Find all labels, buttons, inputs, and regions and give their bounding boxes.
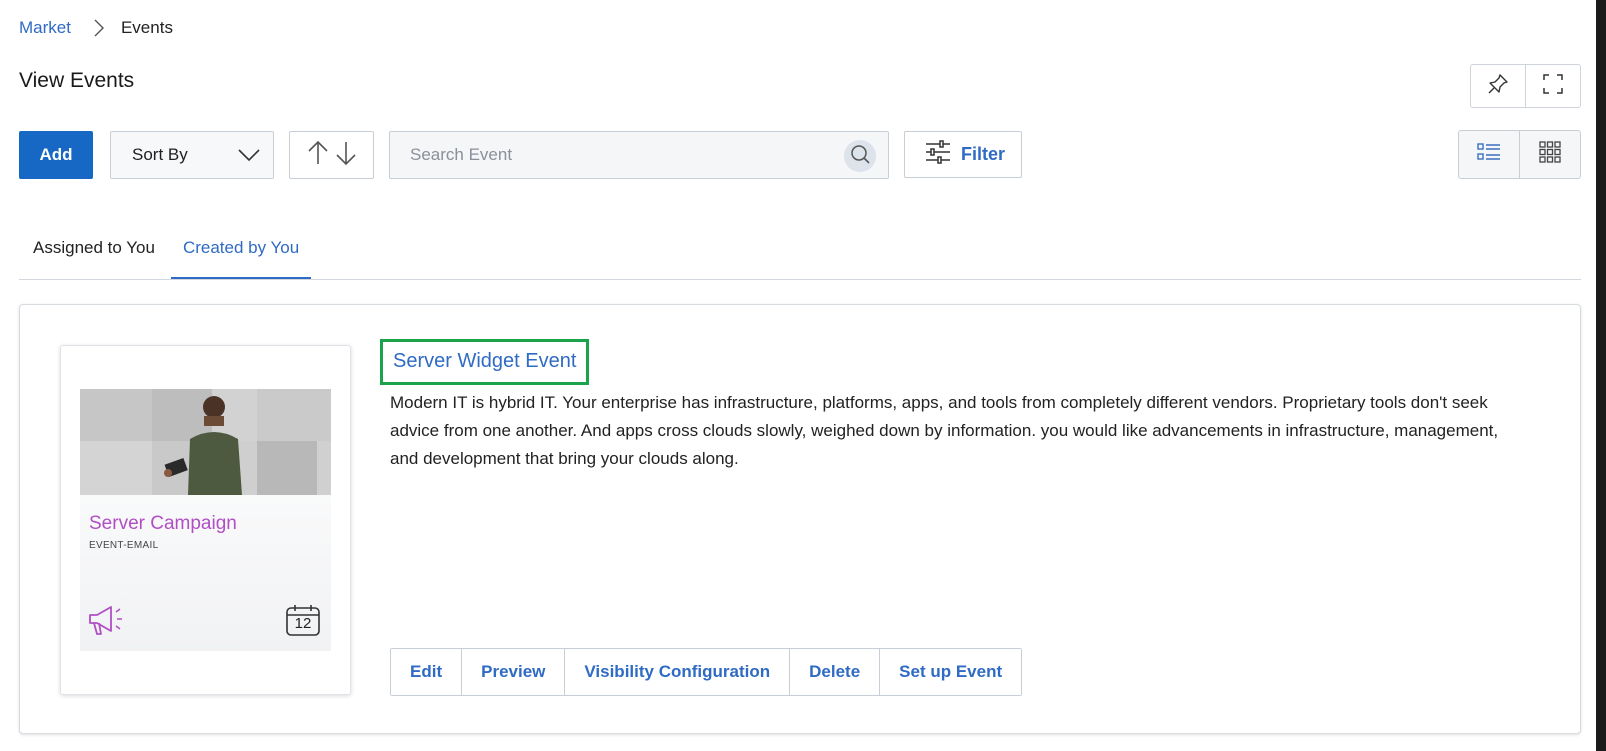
event-card: Server Campaign EVENT-EMAIL 12 Server Wi… (19, 304, 1581, 734)
event-title-link[interactable]: Server Widget Event (380, 339, 590, 385)
breadcrumb-current: Events (120, 18, 173, 37)
megaphone-icon (88, 604, 128, 641)
tab-assigned-to-you[interactable]: Assigned to You (19, 230, 169, 279)
set-up-event-button[interactable]: Set up Event (879, 649, 1022, 695)
delete-button[interactable]: Delete (789, 649, 880, 695)
campaign-title: Server Campaign (89, 513, 237, 534)
pin-button[interactable] (1471, 65, 1525, 107)
filter-button[interactable]: Filter (904, 131, 1022, 178)
pin-icon (1487, 73, 1509, 100)
search-input[interactable] (390, 145, 830, 165)
preview-button[interactable]: Preview (461, 649, 565, 695)
calendar-icon: 12 (285, 603, 321, 642)
view-toggle (1458, 130, 1581, 179)
grid-view-button[interactable] (1519, 131, 1580, 178)
window-controls (1470, 64, 1581, 108)
grid-view-icon (1539, 141, 1561, 168)
window-edge (1596, 0, 1606, 751)
chevron-right-icon (93, 18, 105, 38)
edit-button[interactable]: Edit (391, 649, 462, 695)
tab-bar: Assigned to You Created by You (19, 230, 1581, 280)
page-title: View Events (19, 69, 135, 92)
arrow-down-icon (335, 140, 357, 171)
sort-direction-toggle[interactable] (289, 131, 374, 179)
filter-label: Filter (961, 144, 1006, 164)
tab-created-by-you[interactable]: Created by You (170, 230, 312, 279)
campaign-tile: Server Campaign EVENT-EMAIL 12 (80, 389, 331, 651)
fullscreen-icon (1542, 73, 1564, 100)
campaign-image (80, 389, 331, 495)
search-box (389, 131, 889, 179)
search-icon (849, 143, 871, 170)
sliders-icon (925, 140, 951, 169)
event-thumbnail-card[interactable]: Server Campaign EVENT-EMAIL 12 (60, 345, 351, 695)
visibility-configuration-button[interactable]: Visibility Configuration (564, 649, 790, 695)
list-view-button[interactable] (1459, 131, 1519, 178)
fullscreen-button[interactable] (1525, 65, 1580, 107)
sort-by-select[interactable]: Sort By (110, 131, 274, 179)
breadcrumb-market-link[interactable]: Market (19, 18, 71, 38)
event-description: Modern IT is hybrid IT. Your enterprise … (390, 393, 1499, 468)
add-button[interactable]: Add (19, 131, 93, 179)
arrow-up-icon (307, 140, 329, 171)
breadcrumb: Market Events (19, 18, 173, 38)
campaign-type: EVENT-EMAIL (89, 540, 159, 551)
sort-by-label: Sort By (132, 145, 188, 164)
list-view-icon (1477, 141, 1501, 168)
chevron-down-icon (237, 146, 261, 169)
event-actions: Edit Preview Visibility Configuration De… (390, 648, 1023, 696)
search-button[interactable] (844, 140, 876, 172)
calendar-day: 12 (294, 615, 312, 632)
